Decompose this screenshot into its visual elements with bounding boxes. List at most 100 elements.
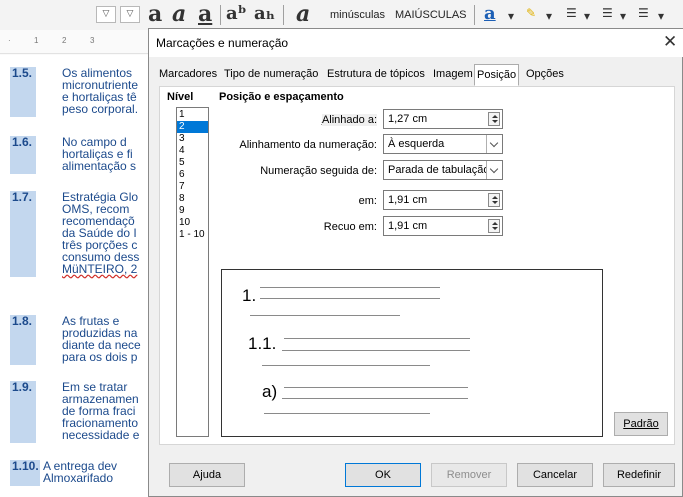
preview-line [284,387,468,388]
aligned-at-label: AAlinhado a: [321,114,377,126]
font-size-dropdown[interactable]: ▽ [120,6,140,23]
preview-line [262,365,430,366]
chevron-down-icon[interactable]: ▾ [658,9,664,23]
toolbar-separator [220,5,221,25]
chevron-down-icon[interactable] [486,135,502,153]
preview-level1-number: 1. [242,286,257,305]
close-icon[interactable]: ✕ [663,31,677,53]
aligned-at-spinbox[interactable]: 1,27 cm [383,109,503,129]
spinner-arrows-icon[interactable] [488,112,500,126]
chevron-down-icon[interactable]: ▾ [508,9,514,23]
chevron-down-icon[interactable] [486,161,502,179]
tab-position[interactable]: Posição [474,64,520,86]
aligned-at-value: 1,27 cm [388,113,428,125]
at-spinbox[interactable]: 1,91 cm [383,190,503,210]
cancel-button[interactable]: Cancelar [517,463,593,487]
ok-button[interactable]: OK [345,463,421,487]
indent-at-label: Recuo em: [323,221,377,233]
help-button[interactable]: Ajuda [169,463,245,487]
numbering-icon[interactable]: ☰ [602,6,613,20]
numbering-alignment-select[interactable]: À esquerda [383,134,503,154]
list-item: 1.8. As frutas e produzidas na diante da… [0,315,160,365]
highlighting-icon[interactable]: ✎ [526,6,536,20]
lowercase-button[interactable]: minúsculas [330,9,385,21]
numbering-preview: 1. 1.1. a) [221,269,603,437]
numbering-followed-by-value: Parada de tabulação [388,164,490,176]
outline-icon[interactable]: ☰ [638,6,649,20]
clear-formatting-icon[interactable]: a [296,3,310,25]
level-item[interactable]: 1 - 10 [177,229,208,241]
item-text: Em se tratar armazenamen de forma fraci … [62,380,140,442]
at-value: 1,91 cm [388,194,428,206]
level-item[interactable]: 5 [177,157,208,169]
preview-level3-number: a) [262,382,278,401]
item-number: 1.8. [12,314,33,328]
preview-level2-number: 1.1. [248,334,277,353]
level-item[interactable]: 6 [177,169,208,181]
formatting-toolbar: ▽ ▽ a a a aᵇ aₕ a minúsculas MAIÚSCULAS … [0,0,683,30]
toolbar-separator [283,5,284,25]
level-item[interactable]: 7 [177,181,208,193]
bold-icon[interactable]: a [148,3,162,25]
chevron-down-icon[interactable]: ▾ [546,9,552,23]
bullets-icon[interactable]: ☰ [566,6,577,20]
font-name-dropdown[interactable]: ▽ [96,6,116,23]
tab-numbering-type[interactable]: Tipo de numeração [224,66,318,85]
font-color-icon[interactable]: a [484,3,496,25]
dialog-titlebar[interactable]: Marcações e numeração ✕ [149,29,683,57]
level-item[interactable]: 8 [177,193,208,205]
level-list[interactable]: 1 2 3 4 5 6 7 8 9 10 1 - 10 [176,107,209,437]
level-item[interactable]: 10 [177,217,208,229]
preview-line [282,398,468,399]
level-item[interactable]: 3 [177,133,208,145]
default-button[interactable]: Padrão [614,412,668,436]
document-page[interactable]: 1.5. Os alimentos micronutriente e horta… [0,57,160,497]
italic-icon[interactable]: a [172,3,186,25]
item-text: A entrega dev Almoxarifado [43,459,118,485]
uppercase-button[interactable]: MAIÚSCULAS [395,9,467,21]
ruler-tick-label: 1 [34,36,39,45]
tab-bullets[interactable]: Marcadores [159,66,217,85]
tab-outline[interactable]: Estrutura de tópicos [327,66,425,85]
superscript-icon[interactable]: aᵇ [226,3,247,25]
item-text: As frutas e produzidas na diante da nece… [62,314,141,364]
spinner-arrows-icon[interactable] [488,193,500,207]
subscript-icon[interactable]: aₕ [254,3,275,25]
chevron-down-icon[interactable]: ▾ [620,9,626,23]
list-item: 1.6. No campo d hortaliças e fi alimenta… [0,136,160,174]
item-text: Os alimentos micronutriente e hortaliças… [62,66,139,116]
numbering-followed-by-select[interactable]: Parada de tabulação [383,160,503,180]
preview-line [260,298,440,299]
level-item[interactable]: 9 [177,205,208,217]
item-number: 1.5. [12,66,33,80]
item-number: 1.7. [12,190,33,204]
ruler-mark: · [8,36,11,45]
preview-line [264,413,430,414]
chevron-down-icon[interactable]: ▾ [584,9,590,23]
numbering-alignment-value: À esquerda [388,138,445,150]
item-text: No campo d hortaliças e fi alimentação s [62,135,137,173]
level-label: Nível [167,91,194,103]
spinner-arrows-icon[interactable] [488,219,500,233]
level-item-selected[interactable]: 2 [177,121,208,133]
level-item[interactable]: 4 [177,145,208,157]
item-number: 1.10. [12,459,39,473]
list-item: 1.9. Em se tratar armazenamen de forma f… [0,381,160,443]
ruler-tick-label: 2 [62,36,67,45]
tab-options[interactable]: Opções [526,66,564,85]
at-label: em: [358,195,377,207]
preview-line [260,287,440,288]
reset-button[interactable]: Redefinir [603,463,675,487]
level-item[interactable]: 1 [177,109,208,121]
numbering-followed-by-label: Numeração seguida de: [260,165,377,177]
indent-at-spinbox[interactable]: 1,91 cm [383,216,503,236]
section-title: Posição e espaçamento [219,91,344,103]
underline-icon[interactable]: a [198,3,212,25]
ruler-tick-label: 3 [90,36,95,45]
preview-line [250,315,400,316]
tab-image[interactable]: Imagem [433,66,473,85]
item-number: 1.6. [12,135,33,149]
indent-at-value: 1,91 cm [388,220,428,232]
preview-line [282,350,470,351]
remove-button[interactable]: Remover [431,463,507,487]
